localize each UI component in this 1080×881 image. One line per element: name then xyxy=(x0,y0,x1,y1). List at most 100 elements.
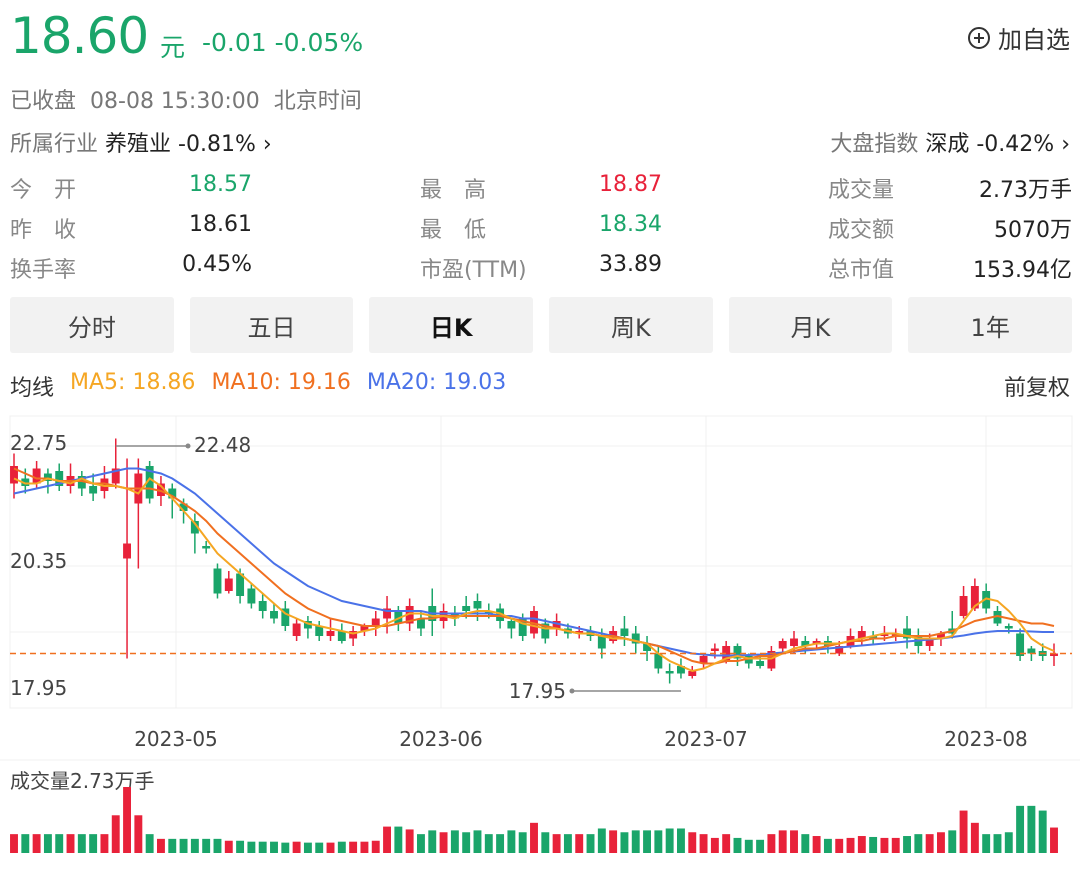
candle-body xyxy=(665,671,674,674)
stat-value: 18.87 xyxy=(599,172,662,197)
volume-bar xyxy=(270,841,278,853)
candle-body xyxy=(258,601,267,611)
volume-bar xyxy=(292,841,301,853)
index-label: 大盘指数 xyxy=(830,132,919,157)
volume-bar xyxy=(1038,810,1047,853)
volume-bar xyxy=(993,834,1002,853)
low-marker-label: 17.95 xyxy=(509,679,566,703)
candle-body xyxy=(778,641,787,649)
volume-bar xyxy=(428,830,437,853)
candle-body xyxy=(620,628,629,636)
volume-bar xyxy=(439,832,448,853)
industry-label: 所属行业 xyxy=(10,132,99,157)
candle-body xyxy=(123,543,131,559)
volume-bar xyxy=(77,834,86,853)
volume-bar xyxy=(462,832,471,853)
candle-body xyxy=(959,596,968,616)
volume-bar xyxy=(258,841,267,853)
stat-value: 18.61 xyxy=(189,212,252,237)
volume-bar xyxy=(530,822,538,853)
volume-bar xyxy=(778,830,787,853)
stat-value: 18.34 xyxy=(599,212,662,237)
tab-1[interactable]: 五日 xyxy=(189,297,354,353)
volume-bar xyxy=(450,830,459,853)
volume-bar xyxy=(202,838,211,853)
volume-bar xyxy=(563,834,572,853)
volume-bar xyxy=(496,834,505,853)
volume-bar xyxy=(744,839,753,853)
y-tick-label: 22.75 xyxy=(10,431,67,455)
volume-bar xyxy=(857,836,866,853)
period-tabs: 分时 五日 日K 周K 月K 1年 xyxy=(10,297,1073,353)
volume-bar xyxy=(654,830,663,853)
stat-label: 最 低 xyxy=(420,218,487,243)
tab-5[interactable]: 1年 xyxy=(908,297,1073,353)
candle-body xyxy=(756,661,765,666)
volume-bar xyxy=(168,838,177,853)
volume-bar xyxy=(631,830,640,853)
volume-bar xyxy=(247,841,256,853)
volume-bar xyxy=(281,842,290,853)
volume-bar xyxy=(620,832,629,853)
volume-bar xyxy=(891,837,900,853)
tab-2[interactable]: 日K xyxy=(369,297,534,353)
volume-bar xyxy=(982,834,991,853)
volume-bar xyxy=(959,810,968,853)
volume-bar xyxy=(665,828,674,853)
adjust-selector[interactable]: 前复权 xyxy=(1004,370,1070,402)
volume-bar xyxy=(134,815,143,853)
price-unit: 元 xyxy=(160,33,186,62)
volume-bar xyxy=(484,834,493,853)
high-marker-dot xyxy=(185,443,191,449)
volume-bar xyxy=(383,826,391,853)
volume-bar xyxy=(835,838,844,853)
candle-body xyxy=(89,486,98,494)
index-link[interactable]: 大盘指数 深成 -0.42% › xyxy=(830,126,1070,158)
volume-bar xyxy=(699,834,708,853)
candle-body xyxy=(202,546,211,549)
volume-bar xyxy=(10,834,18,853)
stat-label: 换手率 xyxy=(10,258,77,283)
price-change: -0.01 -0.05% xyxy=(202,28,364,57)
volume-bar xyxy=(552,834,561,853)
volume-bar xyxy=(609,830,618,853)
tab-3[interactable]: 周K xyxy=(549,297,713,353)
stat-value: 153.94亿 xyxy=(973,258,1072,283)
tab-4[interactable]: 月K xyxy=(728,297,893,353)
volume-bar xyxy=(43,834,52,853)
candle-body xyxy=(213,568,222,594)
current-price: 18.60 xyxy=(10,7,149,65)
tab-0[interactable]: 分时 xyxy=(10,297,174,353)
low-marker-dot xyxy=(569,688,575,694)
kline-chart[interactable]: 22.75 20.35 17.95 2023-05 2023-06 2023-07 2023… xyxy=(0,410,1080,881)
x-tick-label: 2023-07 xyxy=(664,727,748,751)
candle-body xyxy=(270,611,278,619)
x-tick-label: 2023-06 xyxy=(399,727,483,751)
status-timezone: 北京时间 xyxy=(273,89,362,114)
chart-frame xyxy=(9,415,1073,709)
volume-bar xyxy=(417,834,425,853)
industry-link[interactable]: 所属行业 养殖业 -0.81% › xyxy=(10,126,272,158)
volume-bar xyxy=(518,832,527,853)
candle-body xyxy=(292,623,301,636)
volume-bar xyxy=(925,834,934,853)
volume-bar xyxy=(914,834,923,853)
volume-bar xyxy=(688,832,697,853)
add-favorite-button[interactable]: 加自选 xyxy=(968,20,1070,55)
index-name: 深成 xyxy=(925,132,970,157)
volume-bar xyxy=(473,830,482,853)
volume-bar xyxy=(767,834,776,853)
stat-label: 市盈(TTM) xyxy=(420,258,527,283)
volume-bar xyxy=(733,837,742,853)
volume-bar xyxy=(337,841,346,853)
stat-value: 5070万 xyxy=(994,218,1072,243)
volume-bar xyxy=(1050,827,1058,853)
candle-body xyxy=(507,621,516,629)
x-tick-label: 2023-08 xyxy=(944,727,1028,751)
volume-bar xyxy=(55,834,64,853)
volume-bar xyxy=(823,838,832,853)
industry-change: -0.81% xyxy=(178,132,256,157)
volume-bar xyxy=(541,832,550,853)
market-status: 已收盘 08-08 15:30:00 北京时间 xyxy=(10,83,362,115)
ma20-value: MA20: 19.03 xyxy=(366,370,507,395)
